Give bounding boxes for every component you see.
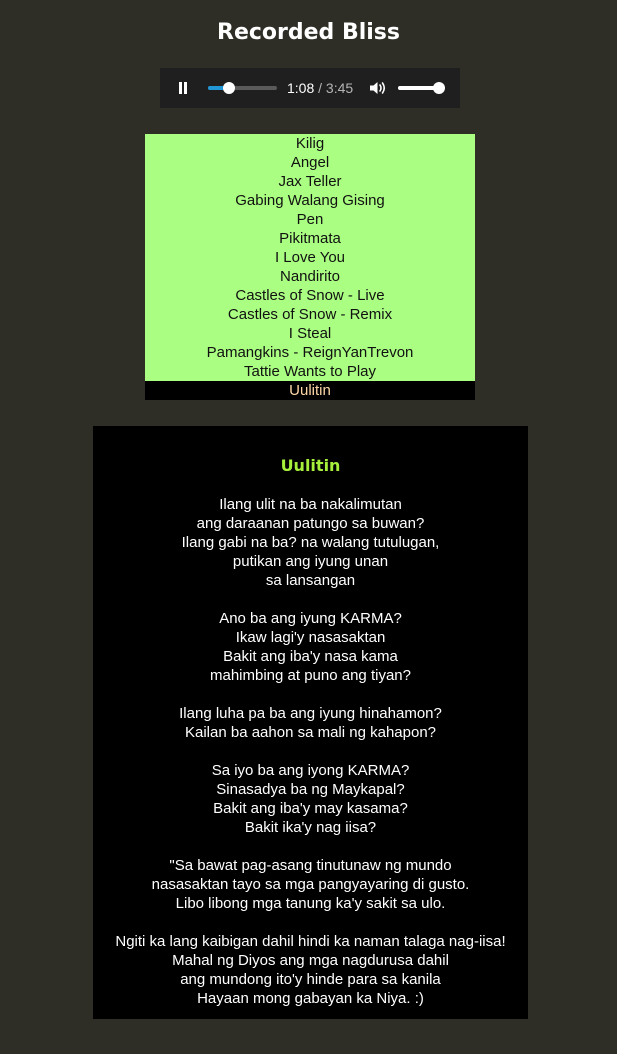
audio-player: 1:08 / 3:45: [160, 68, 460, 108]
playlist-item[interactable]: Pamangkins - ReignYanTrevon: [145, 343, 475, 362]
lyrics-line: ang daraanan patungo sa buwan?: [196, 515, 425, 532]
lyrics-stanza: Ilang ulit na ba nakalimutan ang daraanan…: [93, 495, 528, 590]
lyrics-line: Ilang gabi na ba? na walang tutulugan,: [181, 534, 440, 551]
seek-slider[interactable]: [208, 82, 277, 94]
playlist-item[interactable]: Castles of Snow - Remix: [145, 305, 475, 324]
playlist-item-active[interactable]: Uulitin: [145, 381, 475, 400]
playlist-item[interactable]: Angel: [145, 153, 475, 172]
lyrics-line: Kailan ba aahon sa mali ng kahapon?: [184, 724, 437, 741]
lyrics-stanza: Sa iyo ba ang iyong KARMA? Sinasadya ba n…: [93, 761, 528, 837]
lyrics-line: ang mundong ito'y hinde para sa kanila: [180, 971, 441, 988]
lyrics-line: Libo libong mga tanung ka'y sakit sa ulo…: [175, 895, 446, 912]
playlist-item[interactable]: Kilig: [145, 134, 475, 153]
playlist-item[interactable]: I Love You: [145, 248, 475, 267]
page-title: Recorded Bliss: [217, 20, 400, 45]
lyrics-stanza: Ngiti ka lang kaibigan dahil hindi ka na…: [93, 932, 528, 1008]
volume-button[interactable]: [369, 80, 387, 96]
lyrics-line: nasasaktan tayo sa mga pangyayaring di g…: [151, 876, 470, 893]
lyrics-line: Bakit ang iba'y nasa kama: [223, 648, 398, 665]
lyrics-line: putikan ang iyung unan: [232, 553, 389, 570]
playlist-item[interactable]: I Steal: [145, 324, 475, 343]
lyrics-line: Ilang ulit na ba nakalimutan: [219, 496, 402, 513]
playlist-item[interactable]: Gabing Walang Gising: [145, 191, 475, 210]
playlist-item[interactable]: Nandirito: [145, 267, 475, 286]
playlist-item[interactable]: Castles of Snow - Live: [145, 286, 475, 305]
lyrics-line: Ikaw lagi'y nasasaktan: [235, 629, 386, 646]
time-separator: /: [318, 80, 323, 96]
lyrics-line: Bakit ika'y nag iisa?: [244, 819, 377, 836]
playlist: Kilig Angel Jax Teller Gabing Walang Gising…: [145, 134, 475, 400]
playlist-item[interactable]: Pen: [145, 210, 475, 229]
playlist-item[interactable]: Tattie Wants to Play: [145, 362, 475, 381]
lyrics-stanza: Ano ba ang iyung KARMA? Ikaw lagi'y nasas…: [93, 609, 528, 685]
lyrics-line: sa lansangan: [265, 572, 356, 589]
lyrics-panel: Uulitin Ilang ulit na ba nakalimutan ang …: [93, 426, 528, 1019]
lyrics-line: Sinasadya ba ng Maykapal?: [216, 781, 405, 798]
volume-icon: [370, 82, 386, 94]
lyrics-line: "Sa bawat pag-asang tinutunaw ng mundo: [169, 857, 452, 874]
lyrics-line: mahimbing at puno ang tiyan?: [210, 667, 411, 684]
pause-icon-bar: [184, 82, 187, 94]
current-time: 1:08: [287, 80, 315, 96]
pause-button[interactable]: [177, 82, 189, 94]
seek-handle[interactable]: [222, 82, 235, 94]
lyrics-line: Sa iyo ba ang iyong KARMA?: [211, 762, 410, 779]
lyrics-body: Ilang ulit na ba nakalimutan ang daraanan…: [93, 495, 528, 1027]
lyrics-line: Hayaan mong gabayan ka Niya. :): [197, 990, 424, 1007]
lyrics-line: Mahal ng Diyos ang mga nagdurusa dahil: [172, 952, 449, 969]
lyrics-stanza: "Sa bawat pag-asang tinutunaw ng mundo na…: [93, 856, 528, 913]
lyrics-line: Ngiti ka lang kaibigan dahil hindi ka na…: [115, 933, 506, 950]
playlist-item[interactable]: Pikitmata: [145, 229, 475, 248]
lyrics-line: Bakit ang iba'y may kasama?: [213, 800, 408, 817]
pause-icon: [179, 82, 182, 94]
song-title: Uulitin: [280, 456, 341, 475]
lyrics-line: Ano ba ang iyung KARMA?: [219, 610, 402, 627]
lyrics-line: Ilang luha pa ba ang iyung hinahamon?: [179, 705, 442, 722]
lyrics-stanza: Ilang luha pa ba ang iyung hinahamon? Kai…: [93, 704, 528, 742]
playlist-item[interactable]: Jax Teller: [145, 172, 475, 191]
volume-handle[interactable]: [432, 82, 445, 94]
time-display: 1:08 / 3:45: [287, 80, 353, 96]
volume-slider[interactable]: [398, 82, 445, 94]
duration: 3:45: [325, 80, 354, 96]
